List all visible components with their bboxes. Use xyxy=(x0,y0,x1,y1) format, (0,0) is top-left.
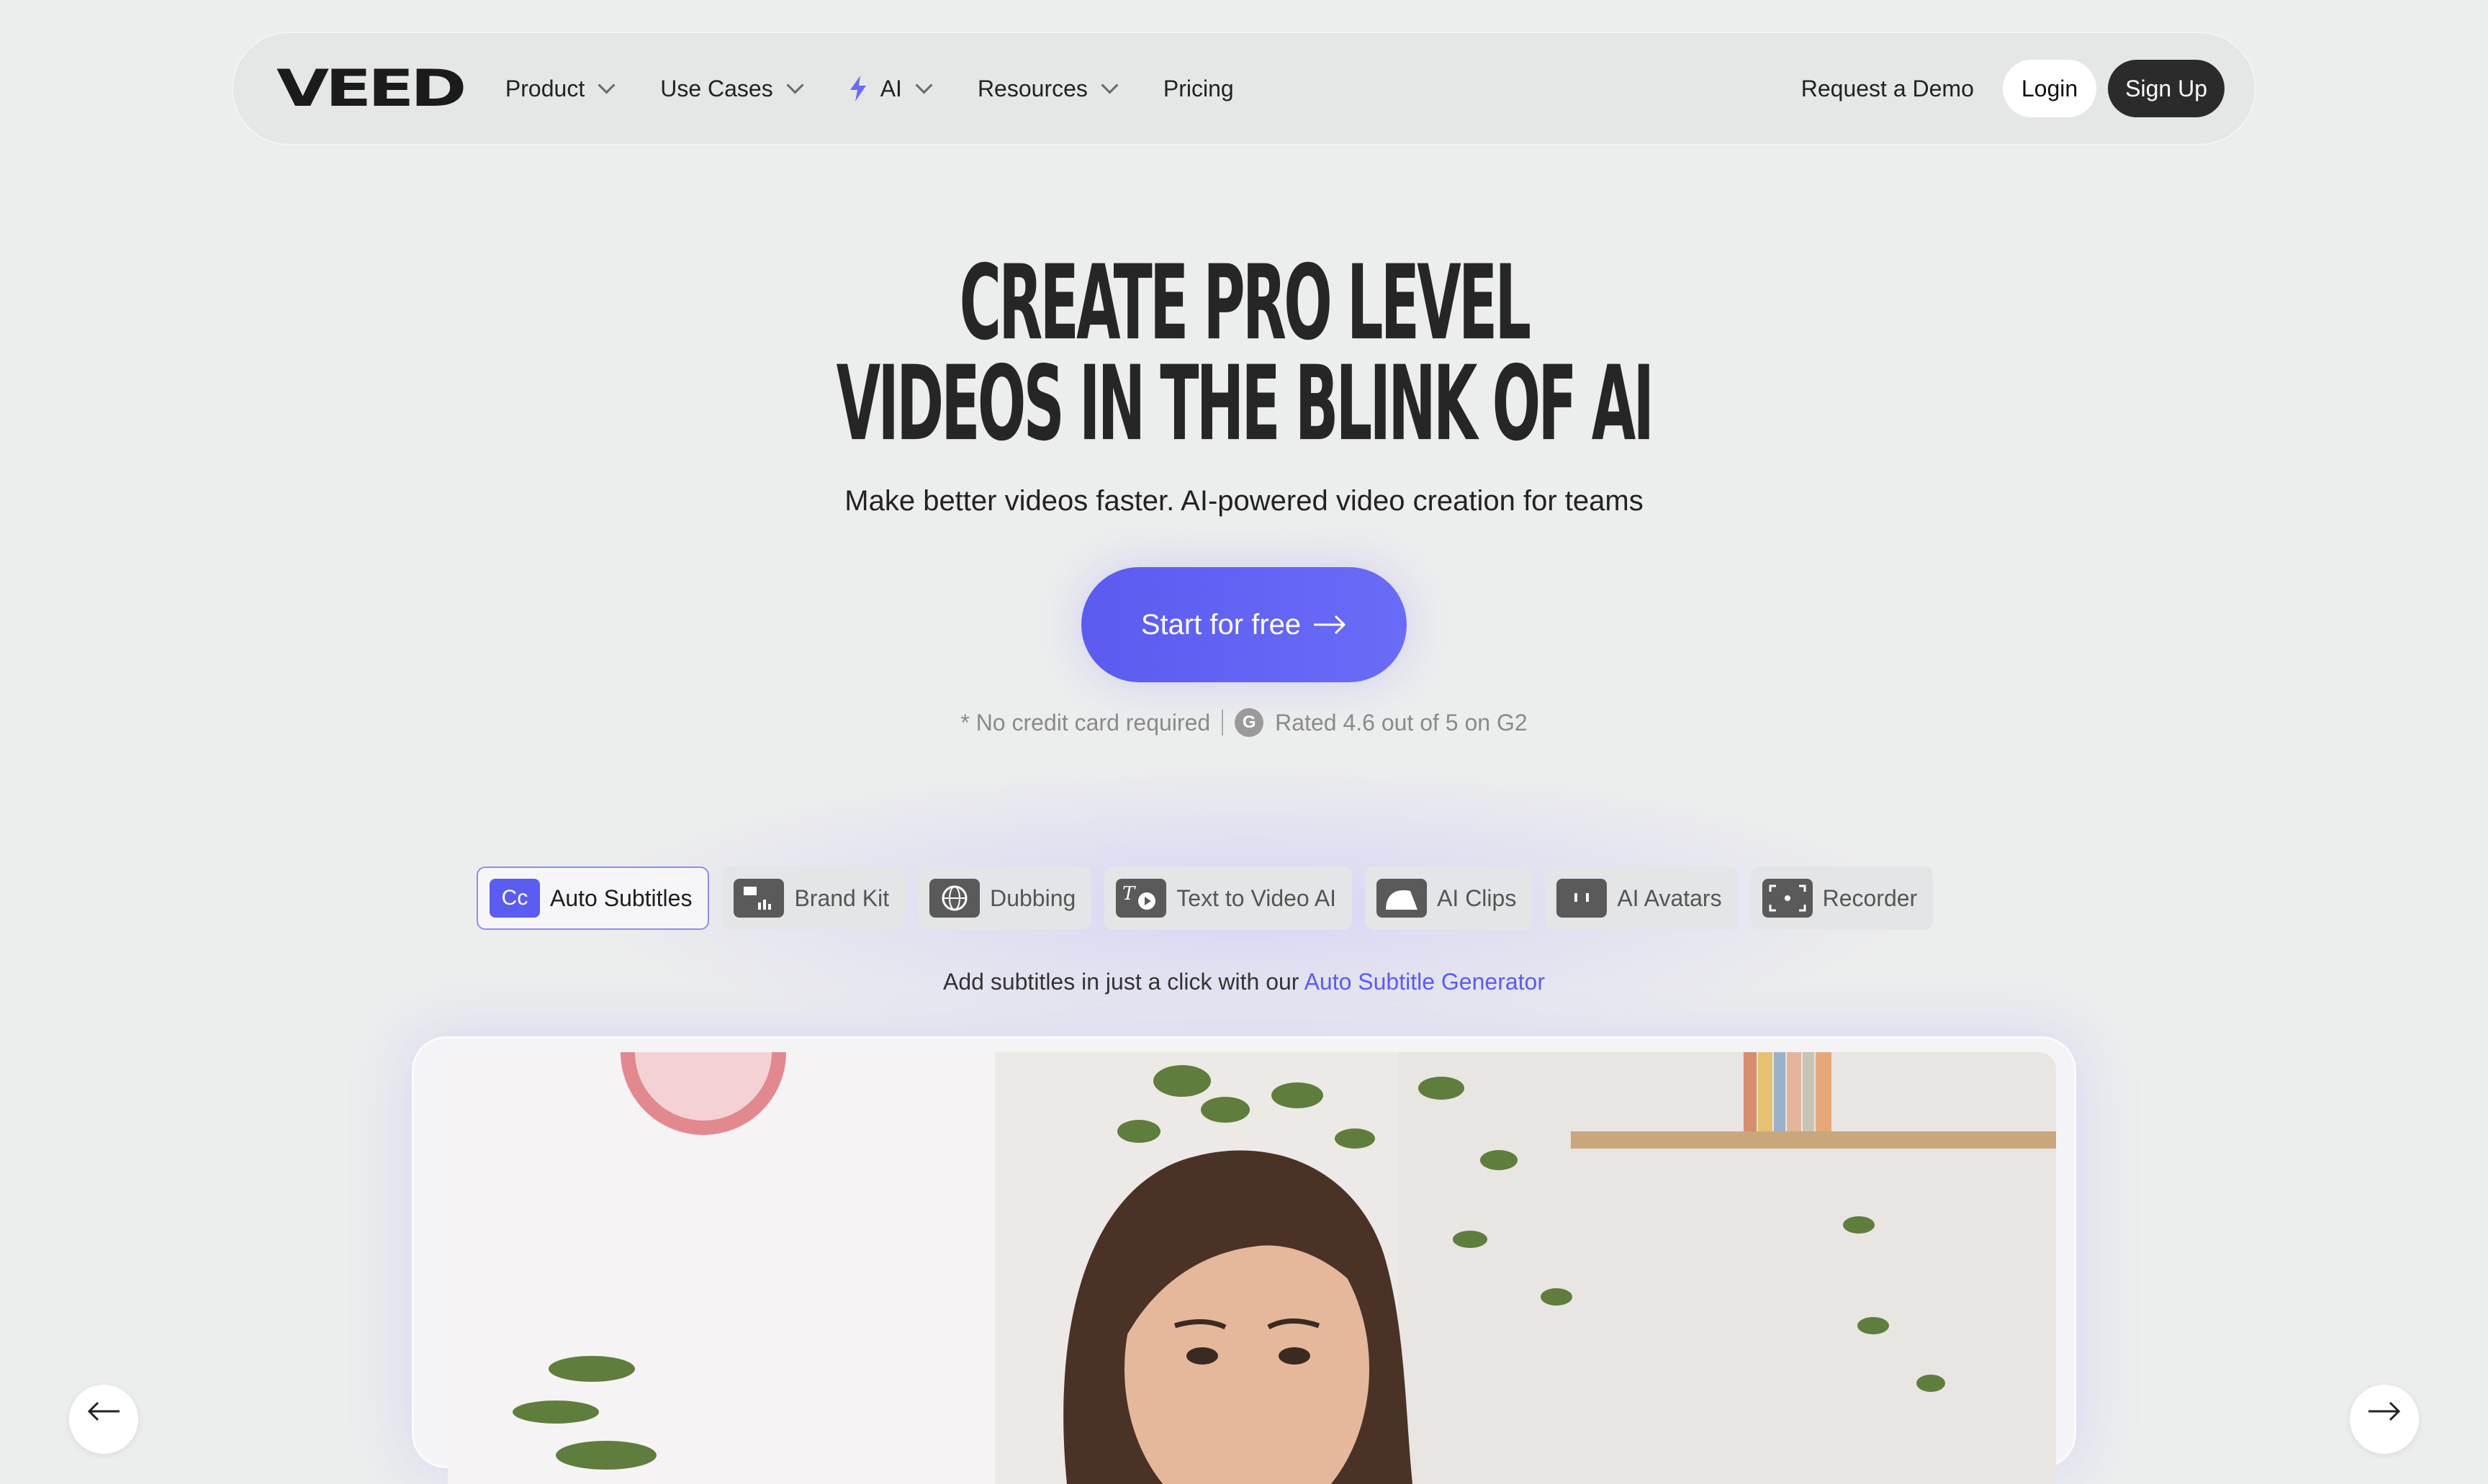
tab-auto-subtitles[interactable]: Cc Auto Subtitles xyxy=(477,867,710,930)
hero-title-line-1: CREATE PRO LEVEL xyxy=(959,243,1531,363)
nav-links: Product Use Cases AI Resources Pricing xyxy=(505,76,1281,102)
text-video-icon: T xyxy=(1116,879,1167,918)
veed-logo[interactable]: VEED xyxy=(276,63,466,114)
cta-label: Start for free xyxy=(1140,608,1302,641)
avatar-icon xyxy=(1556,879,1608,918)
clips-icon xyxy=(1376,879,1428,918)
login-button[interactable]: Login xyxy=(2002,60,2097,117)
nav-actions: Request a Demo Login Sign Up xyxy=(1801,60,2225,117)
video-preview[interactable] xyxy=(448,1052,2056,1484)
tab-dubbing[interactable]: Dubbing xyxy=(918,867,1092,930)
chevron-down-icon xyxy=(786,76,804,94)
nav-item-label: Use Cases xyxy=(660,75,773,101)
nav-item-product[interactable]: Product xyxy=(505,75,616,102)
hero-title-line-2: VIDEOS IN THE BLINK OF AI xyxy=(836,344,1654,464)
carousel-next-button[interactable] xyxy=(2350,1385,2419,1454)
recorder-icon xyxy=(1762,879,1813,918)
request-demo-link[interactable]: Request a Demo xyxy=(1801,76,1974,102)
start-for-free-button[interactable]: Start for free xyxy=(1081,567,1407,682)
no-credit-text: * No credit card required xyxy=(960,709,1211,736)
tab-label: Dubbing xyxy=(990,884,1076,911)
hero-subtitle: Make better videos faster. AI-powered vi… xyxy=(844,485,1644,517)
nav-item-label: Resources xyxy=(977,75,1088,101)
tab-label: Text to Video AI xyxy=(1176,884,1337,911)
auto-subtitle-generator-link[interactable]: Auto Subtitle Generator xyxy=(1304,969,1545,995)
chevron-down-icon xyxy=(598,76,616,94)
tab-ai-clips[interactable]: AI Clips xyxy=(1365,867,1533,930)
tab-label: AI Avatars xyxy=(1617,884,1722,911)
chevron-down-icon xyxy=(1101,76,1119,94)
rating-text: Rated 4.6 out of 5 on G2 xyxy=(1275,709,1528,736)
video-thumbnail-image xyxy=(448,1052,2056,1484)
tab-label: AI Clips xyxy=(1437,884,1517,911)
caption-text: Add subtitles in just a click with our xyxy=(943,969,1304,995)
top-navbar: VEED Product Use Cases AI Resources Pric… xyxy=(232,32,2256,145)
nav-item-label: Pricing xyxy=(1163,75,1234,101)
arrow-right-icon xyxy=(1314,615,1346,635)
carousel-prev-button[interactable] xyxy=(69,1385,138,1454)
tab-recorder[interactable]: Recorder xyxy=(1750,867,1934,930)
tab-label: Auto Subtitles xyxy=(550,884,693,911)
brand-kit-icon xyxy=(734,879,785,918)
tab-brand-kit[interactable]: Brand Kit xyxy=(722,867,906,930)
nav-item-pricing[interactable]: Pricing xyxy=(1163,76,1234,102)
nav-item-label: Product xyxy=(505,75,585,101)
hero-title: CREATE PRO LEVEL VIDEOS IN THE BLINK OF … xyxy=(0,247,2488,461)
arrow-left-icon xyxy=(87,1401,120,1421)
nav-item-use-cases[interactable]: Use Cases xyxy=(660,75,804,102)
tab-text-to-video[interactable]: T Text to Video AI xyxy=(1104,867,1353,930)
trust-row: * No credit card required G Rated 4.6 ou… xyxy=(0,708,2488,737)
lightning-bolt-icon xyxy=(849,76,866,101)
tab-caption: Add subtitles in just a click with our A… xyxy=(0,969,2488,995)
divider xyxy=(1222,710,1224,736)
g2-logo-icon: G xyxy=(1235,708,1264,737)
nav-item-label: AI xyxy=(880,75,902,101)
nav-item-resources[interactable]: Resources xyxy=(977,75,1119,102)
arrow-right-icon xyxy=(2368,1401,2401,1421)
globe-icon xyxy=(929,879,981,918)
tab-ai-avatars[interactable]: AI Avatars xyxy=(1545,867,1738,930)
nav-item-ai[interactable]: AI xyxy=(849,75,933,102)
closed-captions-icon: Cc xyxy=(490,879,540,918)
feature-tabs: Cc Auto Subtitles Brand Kit Dubbing T Te… xyxy=(477,867,1934,930)
chevron-down-icon xyxy=(915,76,933,94)
svg-text:T: T xyxy=(1122,883,1136,905)
tab-label: Recorder xyxy=(1822,884,1918,911)
signup-button[interactable]: Sign Up xyxy=(2108,60,2225,117)
tab-label: Brand Kit xyxy=(794,884,890,911)
